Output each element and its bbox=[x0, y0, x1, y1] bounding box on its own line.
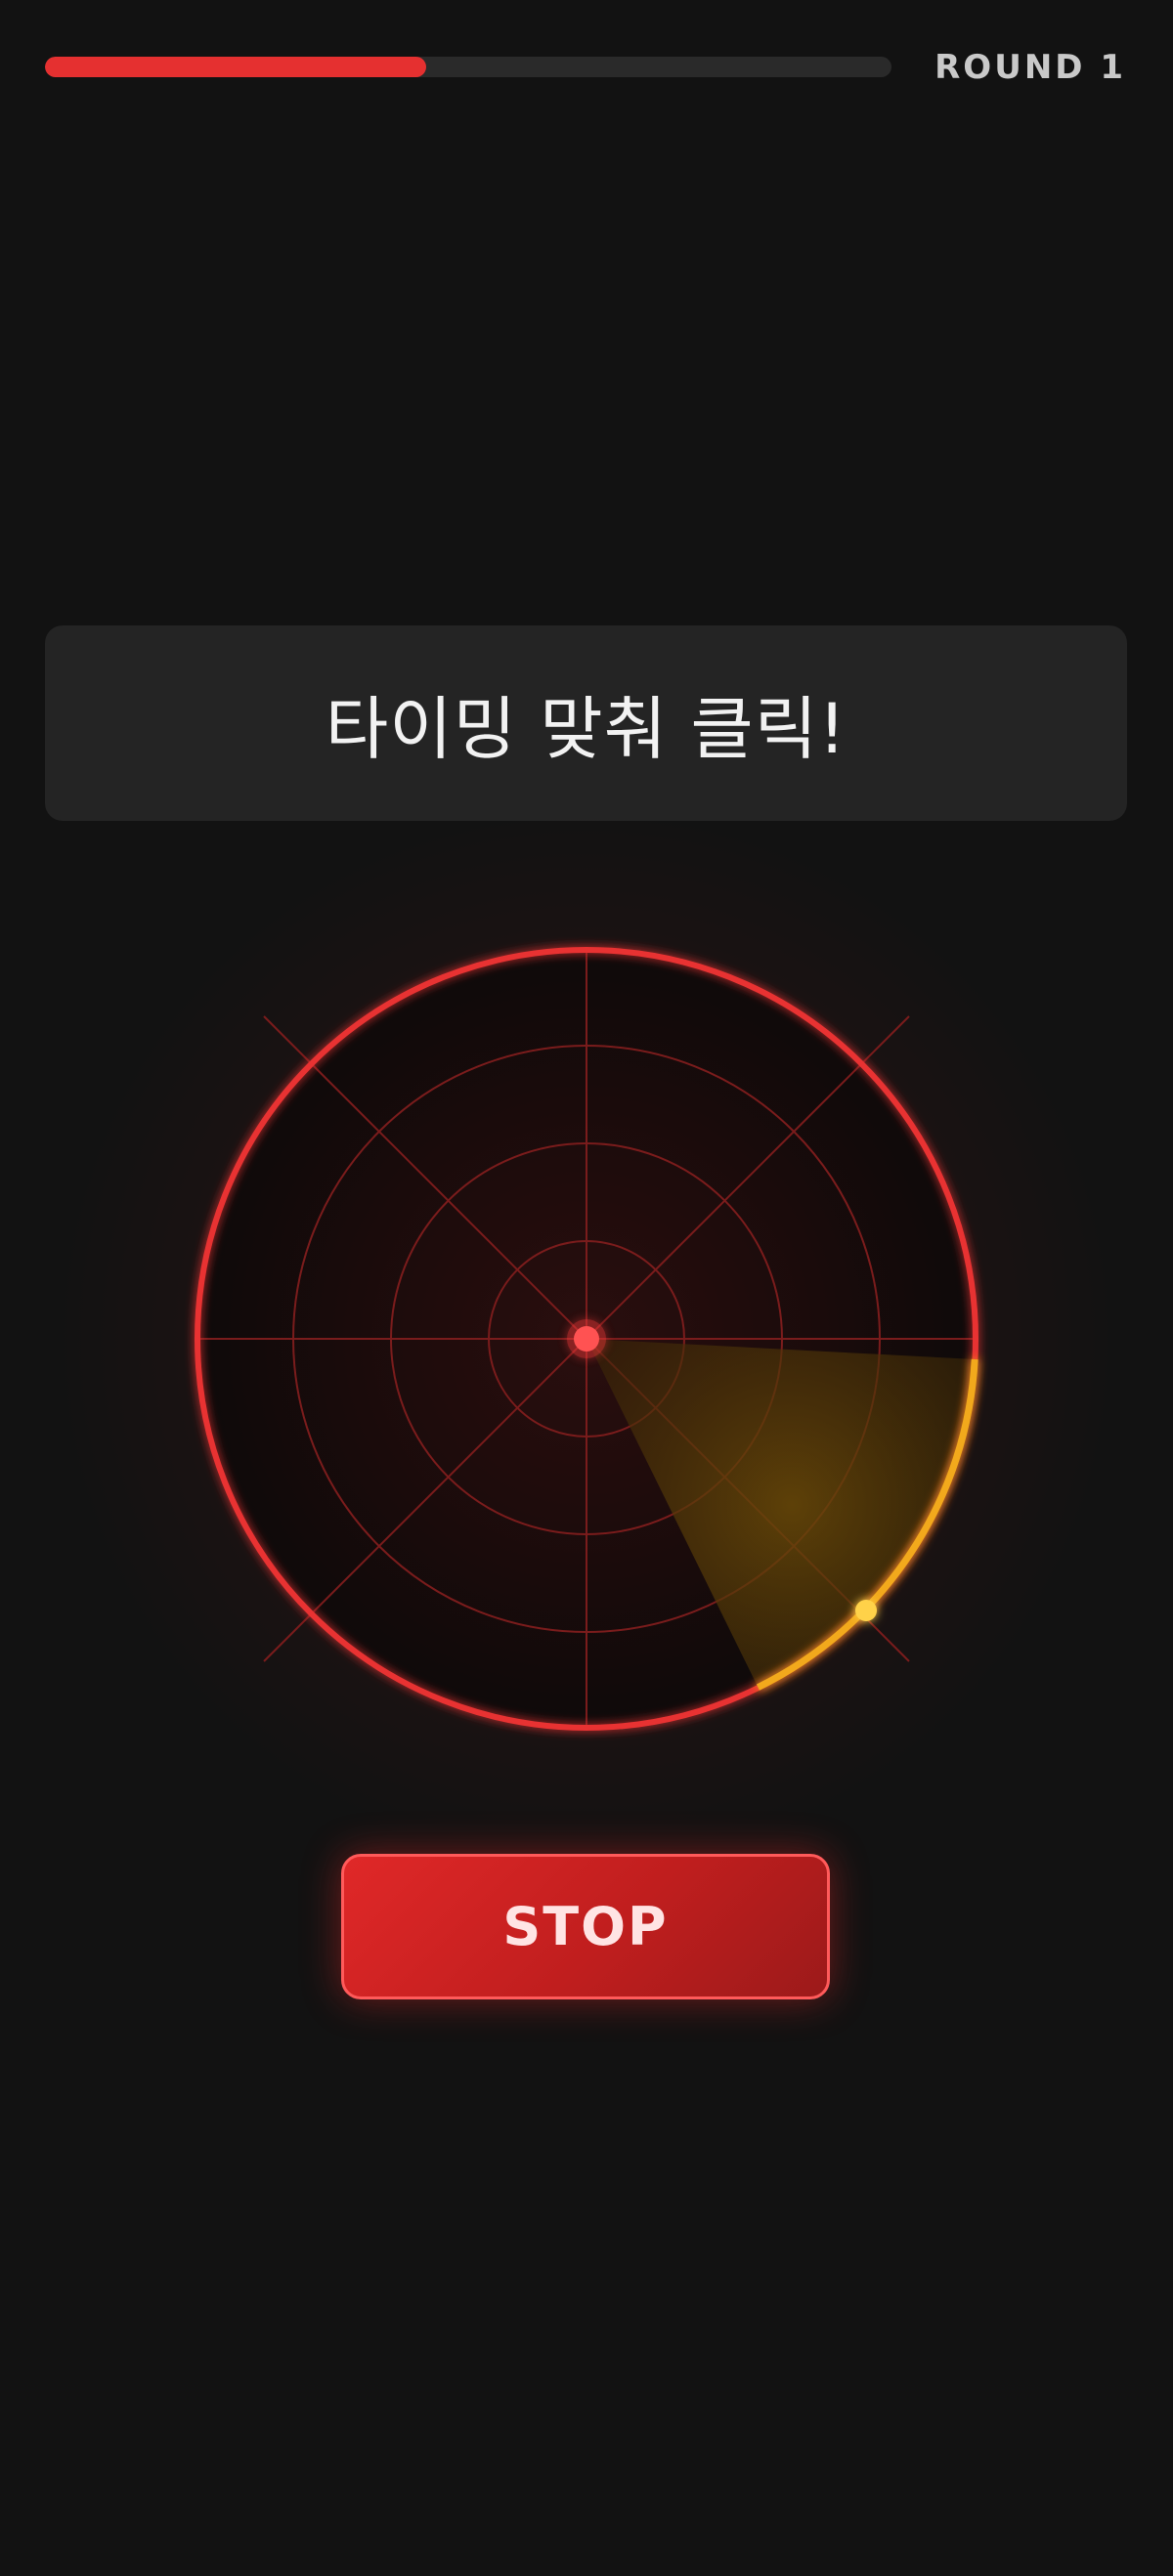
instruction-text: 타이밍 맞춰 클릭! bbox=[325, 688, 847, 769]
timing-marker-dot bbox=[855, 1600, 877, 1621]
round-label: ROUND 1 bbox=[934, 48, 1126, 87]
stop-button[interactable]: STOP bbox=[341, 1854, 830, 1999]
timing-radar[interactable] bbox=[184, 936, 989, 1741]
center-dot bbox=[574, 1326, 599, 1352]
instruction-banner: 타이밍 맞춰 클릭! bbox=[45, 625, 1127, 821]
round-progress-fill bbox=[45, 57, 426, 77]
round-progress-bar bbox=[45, 57, 891, 77]
